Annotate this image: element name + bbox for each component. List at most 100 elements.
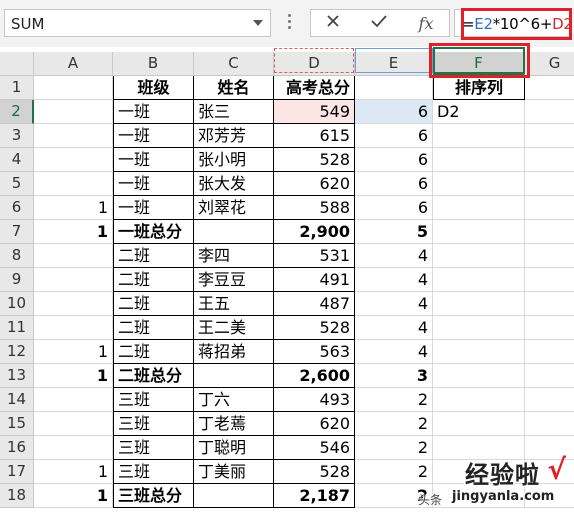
cell-a13[interactable]: 1 xyxy=(34,364,113,388)
column-header-g[interactable]: G xyxy=(525,52,574,76)
cell-g3[interactable] xyxy=(525,124,574,148)
cell-f6[interactable] xyxy=(433,196,525,220)
cancel-button[interactable] xyxy=(313,10,353,36)
cell-e3[interactable]: 6 xyxy=(355,124,433,148)
cell-f8[interactable] xyxy=(433,244,525,268)
cell-a1[interactable] xyxy=(34,76,113,100)
cell-a2[interactable] xyxy=(34,100,113,124)
cell-a6[interactable]: 1 xyxy=(34,196,113,220)
cell-g9[interactable] xyxy=(525,268,574,292)
cell-a18[interactable]: 1 xyxy=(34,484,113,508)
row-header[interactable]: 17 xyxy=(0,460,34,484)
insert-function-button[interactable]: fx xyxy=(406,10,446,36)
cell-g5[interactable] xyxy=(525,172,574,196)
row-header[interactable]: 15 xyxy=(0,412,34,436)
cell-g11[interactable] xyxy=(525,316,574,340)
cell-c5[interactable]: 张大发 xyxy=(194,172,274,196)
cell-a16[interactable] xyxy=(34,436,113,460)
cell-a15[interactable] xyxy=(34,412,113,436)
cell-d8[interactable]: 531 xyxy=(274,244,355,268)
row-header[interactable]: 4 xyxy=(0,148,34,172)
cell-d16[interactable]: 546 xyxy=(274,436,355,460)
row-header[interactable]: 8 xyxy=(0,244,34,268)
cell-c6[interactable]: 刘翠花 xyxy=(194,196,274,220)
cell-f9[interactable] xyxy=(433,268,525,292)
cell-c9[interactable]: 李豆豆 xyxy=(194,268,274,292)
cell-c11[interactable]: 王二美 xyxy=(194,316,274,340)
cell-f4[interactable] xyxy=(433,148,525,172)
cell-b16[interactable]: 三班 xyxy=(113,436,194,460)
cell-d13[interactable]: 2,600 xyxy=(274,364,355,388)
cell-b6[interactable]: 一班 xyxy=(113,196,194,220)
row-header[interactable]: 5 xyxy=(0,172,34,196)
cell-d10[interactable]: 487 xyxy=(274,292,355,316)
column-header-d[interactable]: D xyxy=(274,52,355,76)
cell-a7[interactable]: 1 xyxy=(34,220,113,244)
cell-b13[interactable]: 二班总分 xyxy=(113,364,194,388)
cell-g6[interactable] xyxy=(525,196,574,220)
row-header[interactable]: 11 xyxy=(0,316,34,340)
cell-e16[interactable]: 2 xyxy=(355,436,433,460)
cell-f15[interactable] xyxy=(433,412,525,436)
cell-e1[interactable] xyxy=(355,76,433,100)
cell-c10[interactable]: 王五 xyxy=(194,292,274,316)
cell-f14[interactable] xyxy=(433,388,525,412)
cell-a14[interactable] xyxy=(34,388,113,412)
cell-g7[interactable] xyxy=(525,220,574,244)
row-header[interactable]: 2 xyxy=(0,100,34,124)
cell-f13[interactable] xyxy=(433,364,525,388)
cell-d3[interactable]: 615 xyxy=(274,124,355,148)
cell-e17[interactable]: 2 xyxy=(355,460,433,484)
cell-a17[interactable]: 1 xyxy=(34,460,113,484)
cell-g8[interactable] xyxy=(525,244,574,268)
cell-b11[interactable]: 二班 xyxy=(113,316,194,340)
row-header[interactable]: 1 xyxy=(0,76,34,100)
cell-f17[interactable] xyxy=(433,460,525,484)
cell-e2[interactable]: 6 xyxy=(355,100,433,124)
cell-f12[interactable] xyxy=(433,340,525,364)
chevron-down-icon[interactable] xyxy=(253,20,263,26)
cell-d7[interactable]: 2,900 xyxy=(274,220,355,244)
column-header-c[interactable]: C xyxy=(194,52,274,76)
cell-a10[interactable] xyxy=(34,292,113,316)
cell-f2[interactable]: D2 xyxy=(433,100,525,124)
cell-d18[interactable]: 2,187 xyxy=(274,484,355,508)
enter-button[interactable] xyxy=(359,10,399,36)
row-header[interactable]: 12 xyxy=(0,340,34,364)
row-header[interactable]: 18 xyxy=(0,484,34,508)
cell-b4[interactable]: 一班 xyxy=(113,148,194,172)
cell-g14[interactable] xyxy=(525,388,574,412)
cell-b12[interactable]: 二班 xyxy=(113,340,194,364)
cell-e9[interactable]: 4 xyxy=(355,268,433,292)
cell-g17[interactable] xyxy=(525,460,574,484)
cell-g16[interactable] xyxy=(525,436,574,460)
cell-b3[interactable]: 一班 xyxy=(113,124,194,148)
cell-f18[interactable] xyxy=(433,484,525,508)
row-header[interactable]: 14 xyxy=(0,388,34,412)
cell-a4[interactable] xyxy=(34,148,113,172)
formula-input[interactable]: =E2*10^6+D2 xyxy=(454,9,574,37)
cell-b9[interactable]: 二班 xyxy=(113,268,194,292)
column-header-e[interactable]: E xyxy=(355,52,433,76)
column-header-a[interactable]: A xyxy=(34,52,113,76)
cell-e6[interactable]: 6 xyxy=(355,196,433,220)
cell-g4[interactable] xyxy=(525,148,574,172)
cell-f3[interactable] xyxy=(433,124,525,148)
cell-f7[interactable] xyxy=(433,220,525,244)
cell-g13[interactable] xyxy=(525,364,574,388)
column-header-f[interactable]: F xyxy=(433,52,525,76)
cell-g15[interactable] xyxy=(525,412,574,436)
cell-a3[interactable] xyxy=(34,124,113,148)
cell-a11[interactable] xyxy=(34,316,113,340)
cell-b17[interactable]: 三班 xyxy=(113,460,194,484)
cell-a12[interactable]: 1 xyxy=(34,340,113,364)
cell-e13[interactable]: 3 xyxy=(355,364,433,388)
cell-e5[interactable]: 6 xyxy=(355,172,433,196)
row-header[interactable]: 6 xyxy=(0,196,34,220)
row-header[interactable]: 9 xyxy=(0,268,34,292)
cell-d12[interactable]: 563 xyxy=(274,340,355,364)
cell-c4[interactable]: 张小明 xyxy=(194,148,274,172)
cell-c3[interactable]: 邓芳芳 xyxy=(194,124,274,148)
cell-b10[interactable]: 二班 xyxy=(113,292,194,316)
cell-d4[interactable]: 528 xyxy=(274,148,355,172)
